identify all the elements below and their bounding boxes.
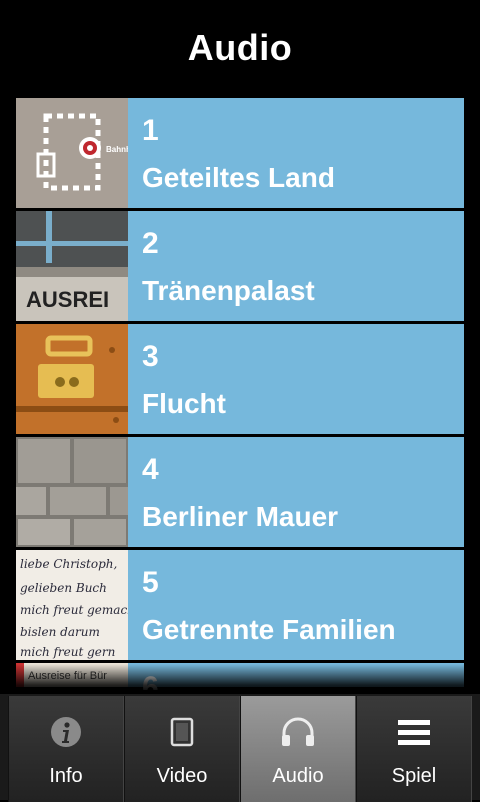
info-icon	[50, 709, 82, 755]
sign-thumbnail: AUSREI	[16, 211, 128, 321]
suitcase-thumbnail	[16, 324, 128, 434]
headphones-icon	[280, 709, 316, 755]
map-label: Bahnh	[106, 145, 128, 154]
video-icon	[170, 709, 194, 755]
list-item[interactable]: Ausreise für Bür 6	[16, 663, 464, 691]
item-number: 2	[142, 227, 159, 260]
tab-info[interactable]: Info	[8, 696, 124, 802]
tab-spiel[interactable]: Spiel	[356, 696, 472, 802]
item-number: 5	[142, 566, 159, 599]
tab-label: Video	[156, 765, 208, 787]
map-thumbnail: Bahnh	[16, 98, 128, 208]
item-title: Getrennte Familien	[142, 614, 396, 645]
list-item[interactable]: Bahnh 1 Geteiltes Land	[16, 98, 464, 208]
sign-text: AUSREI	[26, 287, 109, 312]
menu-icon	[398, 709, 430, 755]
letter-line: liebe Christoph,	[20, 557, 117, 571]
page-title: Audio	[187, 27, 293, 68]
tab-label: Audio	[272, 765, 324, 787]
list-item[interactable]: 3 Flucht	[16, 324, 464, 434]
tab-video[interactable]: Video	[124, 696, 240, 802]
item-title: Tränenpalast	[142, 275, 315, 306]
letter-thumbnail: liebe Christoph, gelieben Buch mich freu…	[16, 550, 128, 660]
item-number: 1	[142, 114, 159, 147]
list-item[interactable]: 4 Berliner Mauer	[16, 437, 464, 547]
tab-audio[interactable]: Audio	[240, 696, 356, 802]
letter-line: mich freut gemacht	[20, 603, 128, 617]
item-title: Flucht	[142, 388, 226, 419]
document-text: Ausreise für Bür	[28, 670, 107, 682]
letter-line: mich freut gern	[20, 645, 115, 659]
document-thumbnail: Ausreise für Bür	[16, 663, 128, 687]
list-item[interactable]: liebe Christoph, gelieben Buch mich freu…	[16, 550, 464, 660]
letter-line: gelieben Buch	[20, 581, 107, 595]
item-number: 4	[142, 453, 159, 486]
tab-label: Spiel	[391, 765, 437, 787]
item-number: 6	[142, 671, 159, 691]
tab-label: Info	[49, 765, 83, 787]
item-title: Geteiltes Land	[142, 162, 335, 193]
item-number: 3	[142, 340, 159, 373]
letter-line: bislen darum	[20, 625, 100, 639]
list-item[interactable]: AUSREI 2 Tränenpalast	[16, 211, 464, 321]
wall-thumbnail	[16, 437, 128, 547]
audio-list[interactable]: Bahnh 1 Geteiltes Land AUSREI 2 Tränenpa…	[16, 98, 464, 690]
tab-bar: Info Video Audio Spiel	[0, 694, 480, 802]
header: Audio	[0, 0, 480, 96]
item-title: Berliner Mauer	[142, 501, 339, 532]
